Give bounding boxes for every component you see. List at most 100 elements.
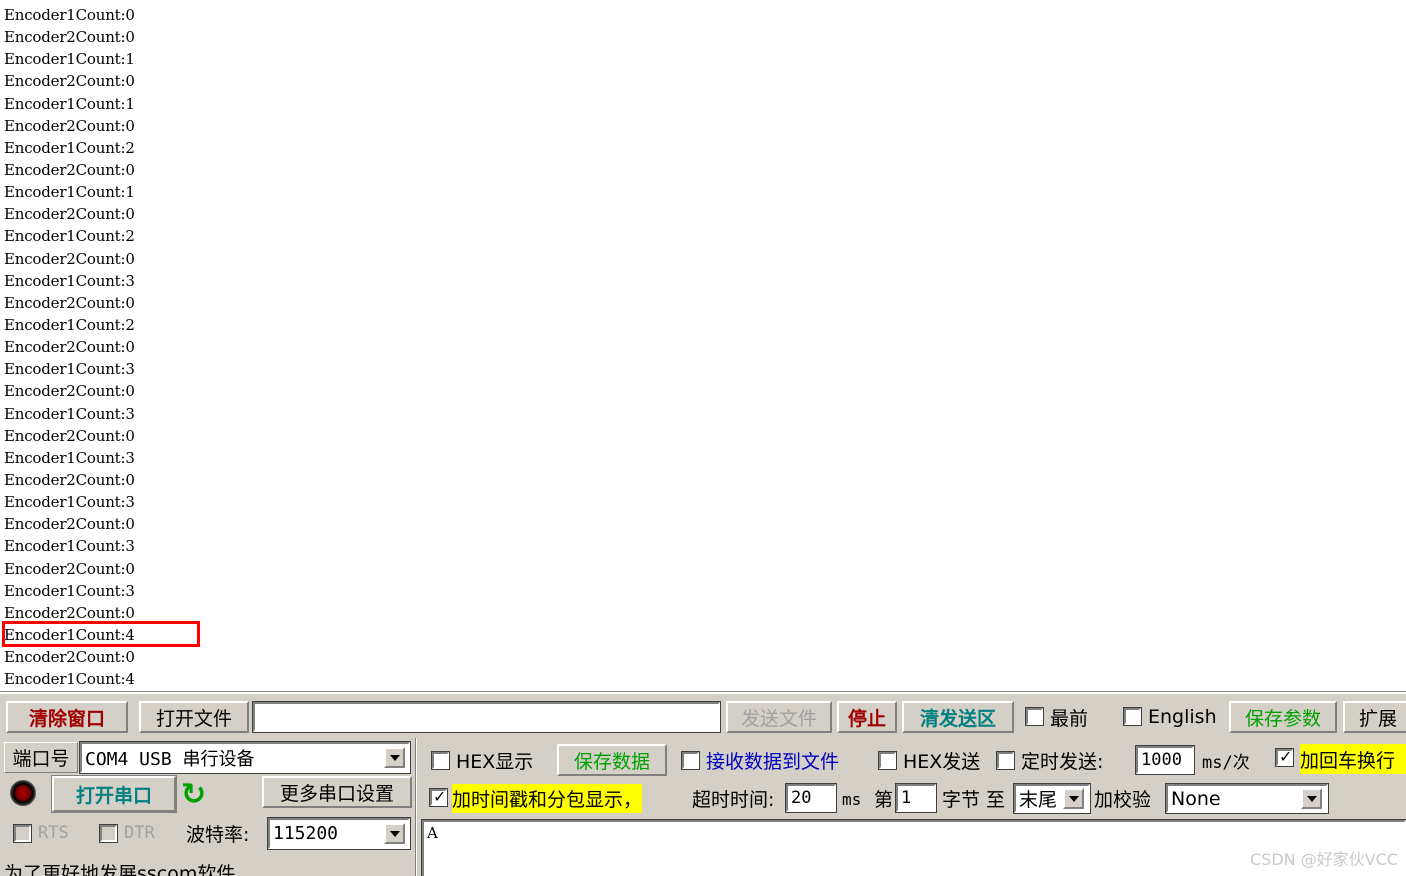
more-serial-settings-button[interactable]: 更多串口设置 [262,776,412,808]
stop-label: 停止 [847,707,886,730]
receive-log-line: Encoder2Count:0 [4,293,135,312]
receive-log-line: Encoder2Count:0 [4,28,135,47]
baud-rate-dropdown-arrow[interactable] [384,823,405,844]
receive-to-file-checkbox[interactable] [681,751,700,770]
receive-log-line: Encoder1Count:4 [4,670,135,689]
receive-log-line: Encoder1Count:1 [4,183,135,202]
receive-log-line: Encoder1Count:2 [4,227,135,246]
extend-button[interactable]: 扩展 [1343,701,1406,733]
timestamp-checkbox[interactable]: ✓ [429,787,448,807]
byte-from-label: 第 [874,789,894,811]
hex-display-checkbox[interactable] [431,751,450,770]
baud-rate-value: 115200 [273,823,339,844]
port-number-label: 端口号 [4,742,78,773]
english-checkbox[interactable] [1123,707,1142,726]
receive-log-line: Encoder1Count:3 [4,360,135,379]
receive-log-line: Encoder2Count:0 [4,603,135,622]
save-data-button[interactable]: 保存数据 [557,744,667,776]
chevron-down-icon [389,754,400,761]
timed-send-interval-value: 1000 [1141,750,1182,770]
receive-log-line: Encoder2Count:0 [4,559,135,578]
receive-text-area[interactable]: Encoder1Count:0 Encoder2Count:0 Encoder1Co… [0,0,1406,692]
stop-button[interactable]: 停止 [837,701,897,733]
byte-to-value: 末尾 [1019,789,1058,811]
receive-log-line: Encoder2Count:0 [4,205,135,224]
save-params-button[interactable]: 保存参数 [1229,701,1337,733]
checkmark-icon: ✓ [1279,747,1293,766]
english-label: English [1148,706,1217,728]
receive-log-line: Encoder1Count:3 [4,271,135,290]
timeout-label: 超时时间: [692,789,775,811]
receive-log-line: Encoder2Count:0 [4,116,135,135]
port-select-dropdown-arrow[interactable] [384,747,405,768]
extend-label: 扩展 [1358,707,1397,730]
checkmark-icon: ✓ [433,787,447,806]
clear-window-label: 清除窗口 [28,707,105,730]
checksum-label: 加校验 [1094,789,1152,811]
timed-send-interval-input[interactable]: 1000 [1135,745,1195,775]
topmost-label: 最前 [1050,707,1089,730]
open-file-label: 打开文件 [155,707,232,730]
send-text-value: A [427,824,438,842]
save-data-label: 保存数据 [573,750,650,773]
refresh-icon[interactable]: ↻ [181,780,206,810]
timeout-value: 20 [791,788,812,808]
receive-log-line: Encoder2Count:0 [4,249,135,268]
checksum-value: None [1171,787,1221,810]
send-file-button[interactable]: 发送文件 [726,701,832,733]
chevron-down-icon [1306,795,1317,802]
receive-log-line: Encoder1Count:3 [4,537,135,556]
ms-per-time-label: ms/次 [1202,752,1250,773]
receive-log-line: Encoder2Count:0 [4,160,135,179]
receive-log-line: Encoder1Count:1 [4,94,135,113]
dtr-label: DTR [124,823,155,843]
timeout-input[interactable]: 20 [785,783,837,813]
dtr-checkbox[interactable] [99,824,118,843]
receive-log-line: Encoder2Count:0 [4,515,135,534]
byte-range-label: 字节 至 [942,789,1006,811]
receive-log-line: Encoder1Count:0 [4,6,135,24]
receive-log-line: Encoder2Count:0 [4,72,135,91]
receive-log-line: Encoder2Count:0 [4,382,135,401]
clear-window-button[interactable]: 清除窗口 [6,701,128,733]
file-path-input[interactable] [252,701,721,733]
receive-log-line: Encoder2Count:0 [4,426,135,445]
receive-log-line: Encoder1Count:3 [4,404,135,423]
panel-divider [415,738,417,876]
byte-from-value: 1 [901,788,912,808]
hex-send-label: HEX发送 [903,750,981,773]
receive-log-line: Encoder1Count:3 [4,448,135,467]
timestamp-label: 加时间戳和分包显示， [452,784,643,813]
receive-log-lines: Encoder1Count:0 Encoder2Count:0 Encoder1Co… [4,4,135,690]
rts-checkbox[interactable] [13,824,32,843]
open-serial-port-button[interactable]: 打开串口 [51,775,177,813]
hex-send-checkbox[interactable] [878,751,897,770]
chevron-down-icon [389,830,400,837]
add-crlf-checkbox[interactable]: ✓ [1275,747,1294,767]
csdn-watermark: CSDN @好家伙VCC [1250,850,1398,869]
byte-to-dropdown-arrow[interactable] [1063,788,1084,809]
clear-send-area-button[interactable]: 清发送区 [902,701,1014,733]
more-serial-settings-label: 更多串口设置 [279,782,394,805]
receive-log-line: Encoder1Count:2 [4,138,135,157]
receive-log-line: Encoder1Count:3 [4,581,135,600]
open-file-button[interactable]: 打开文件 [139,701,249,733]
receive-log-line: Encoder1Count:3 [4,493,135,512]
receive-log-line: Encoder2Count:0 [4,470,135,489]
port-select[interactable]: COM4 USB 串行设备 [79,741,411,774]
baud-rate-label: 波特率: [186,823,250,846]
byte-from-input[interactable]: 1 [895,783,937,813]
timed-send-label: 定时发送: [1021,750,1104,773]
receive-to-file-label: 接收数据到文件 [706,750,840,773]
sscom-window: Encoder1Count:0 Encoder2Count:0 Encoder1Co… [0,0,1406,876]
receive-log-line: Encoder1Count:4 [4,625,135,644]
receive-log-line: Encoder1Count:1 [4,50,135,69]
receive-log-line: Encoder2Count:0 [4,648,135,667]
hex-display-label: HEX显示 [456,750,534,773]
timed-send-checkbox[interactable] [996,751,1015,770]
timeout-unit-label: ms [842,789,862,809]
checksum-dropdown-arrow[interactable] [1301,788,1322,809]
chevron-down-icon [1068,795,1079,802]
add-crlf-label: 加回车换行 [1300,744,1406,774]
topmost-checkbox[interactable] [1025,707,1044,726]
